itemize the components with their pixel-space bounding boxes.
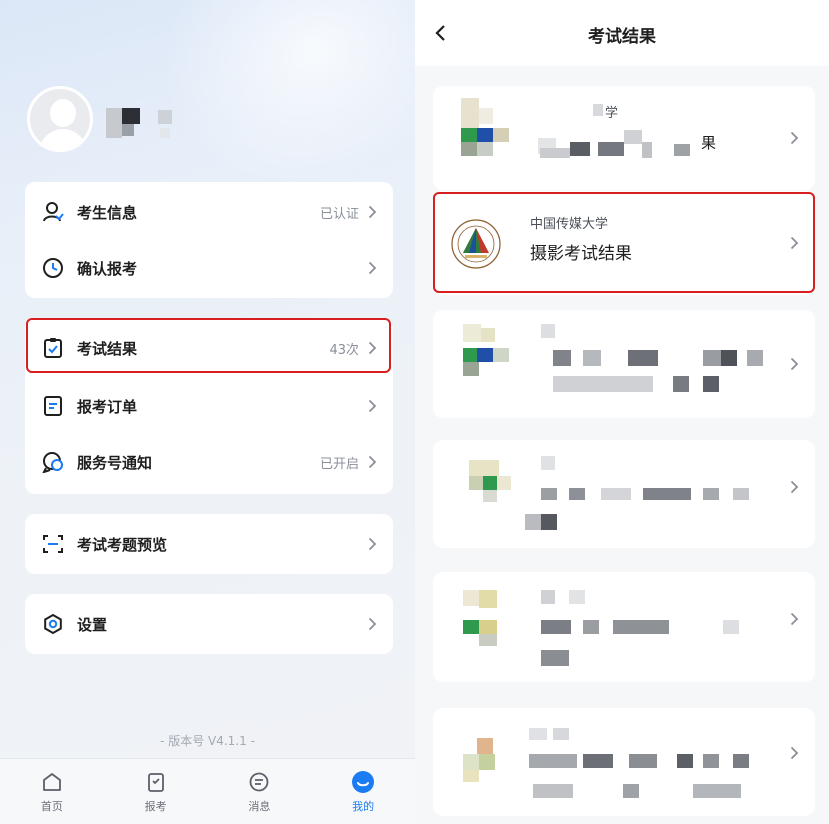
chevron-right-icon (365, 261, 379, 275)
chevron-right-icon (787, 480, 801, 494)
avatar-head (50, 99, 76, 127)
school-name-fragment: 学 (605, 106, 619, 121)
tab-label: 消息 (248, 800, 271, 813)
menu-label: 考试结果 (77, 339, 138, 358)
result-card-redacted[interactable] (433, 708, 815, 816)
chevron-right-icon (365, 617, 379, 631)
avatar-body (39, 129, 87, 149)
profile-icon (350, 769, 376, 795)
gear-icon (41, 612, 65, 636)
result-title-fragment: 果 (701, 134, 717, 152)
tab-label: 首页 (40, 800, 63, 813)
scan-icon (41, 532, 65, 556)
menu-item-confirm-registration[interactable]: 确认报考 (25, 240, 393, 296)
tab-label: 报考 (144, 800, 167, 813)
status-text: 已开启 (319, 456, 359, 472)
user-icon (41, 200, 65, 224)
chevron-right-icon (787, 612, 801, 626)
chevron-right-icon (365, 341, 379, 355)
profile-screen: 考生信息 已认证 确认报考 考试结果 43次 报考订单 服务号通知 已开启 考试… (0, 0, 415, 824)
home-icon (39, 769, 65, 795)
tab-register[interactable]: 报考 (104, 759, 208, 824)
menu-item-exam-question-preview[interactable]: 考试考题预览 (25, 516, 393, 572)
result-card-redacted[interactable] (433, 572, 815, 682)
menu-item-service-notifications[interactable]: 服务号通知 已开启 (25, 434, 393, 490)
menu-card-settings: 设置 (25, 594, 393, 654)
result-title: 摄影考试结果 (530, 244, 632, 264)
menu-label: 服务号通知 (77, 453, 153, 472)
chevron-right-icon (787, 357, 801, 371)
page-title: 考试结果 (588, 27, 656, 47)
status-text: 已认证 (319, 206, 359, 222)
chevron-right-icon (365, 399, 379, 413)
menu-label: 报考订单 (77, 397, 138, 416)
tab-messages[interactable]: 消息 (208, 759, 312, 824)
menu-card-account: 考生信息 已认证 确认报考 (25, 182, 393, 298)
clipboard-check-icon (41, 336, 65, 360)
menu-card-preview: 考试考题预览 (25, 514, 393, 574)
menu-item-exam-results[interactable]: 考试结果 43次 (25, 320, 393, 376)
bottom-tab-bar: 首页 报考 消息 我的 (0, 758, 415, 824)
tab-mine[interactable]: 我的 (311, 759, 415, 824)
chevron-right-icon (787, 131, 801, 145)
menu-item-settings[interactable]: 设置 (25, 596, 393, 652)
school-name: 中国传媒大学 (530, 217, 609, 232)
menu-item-registration-orders[interactable]: 报考订单 (25, 378, 393, 434)
navigation-bar: 考试结果 (415, 0, 829, 66)
avatar[interactable] (27, 86, 93, 152)
count-text: 43次 (329, 342, 359, 358)
result-card-redacted[interactable] (433, 440, 815, 548)
chevron-right-icon (365, 205, 379, 219)
document-icon (41, 394, 65, 418)
result-card-redacted[interactable] (433, 310, 815, 418)
chevron-right-icon (787, 236, 801, 250)
version-text: - 版本号 V4.1.1 - (160, 734, 255, 748)
menu-card-exams: 考试结果 43次 报考订单 服务号通知 已开启 (25, 318, 393, 494)
clock-icon (41, 256, 65, 280)
chevron-right-icon (365, 537, 379, 551)
tab-home[interactable]: 首页 (0, 759, 104, 824)
exam-results-screen: 考试结果 学 果 中国传媒大学 摄影考试结果 (415, 0, 829, 824)
chevron-right-icon (787, 746, 801, 760)
menu-label: 考试考题预览 (77, 535, 168, 554)
message-icon (246, 769, 272, 795)
menu-label: 确认报考 (77, 259, 138, 278)
menu-item-candidate-info[interactable]: 考生信息 已认证 (25, 184, 393, 240)
form-icon (143, 769, 169, 795)
school-logo-icon (451, 219, 501, 269)
tab-label: 我的 (352, 800, 375, 813)
result-card-cuc[interactable]: 中国传媒大学 摄影考试结果 (433, 191, 815, 295)
chat-icon (41, 450, 65, 474)
chevron-right-icon (365, 455, 379, 469)
menu-label: 设置 (77, 615, 108, 634)
result-card-redacted[interactable]: 学 果 (433, 86, 815, 190)
menu-label: 考生信息 (77, 203, 138, 222)
